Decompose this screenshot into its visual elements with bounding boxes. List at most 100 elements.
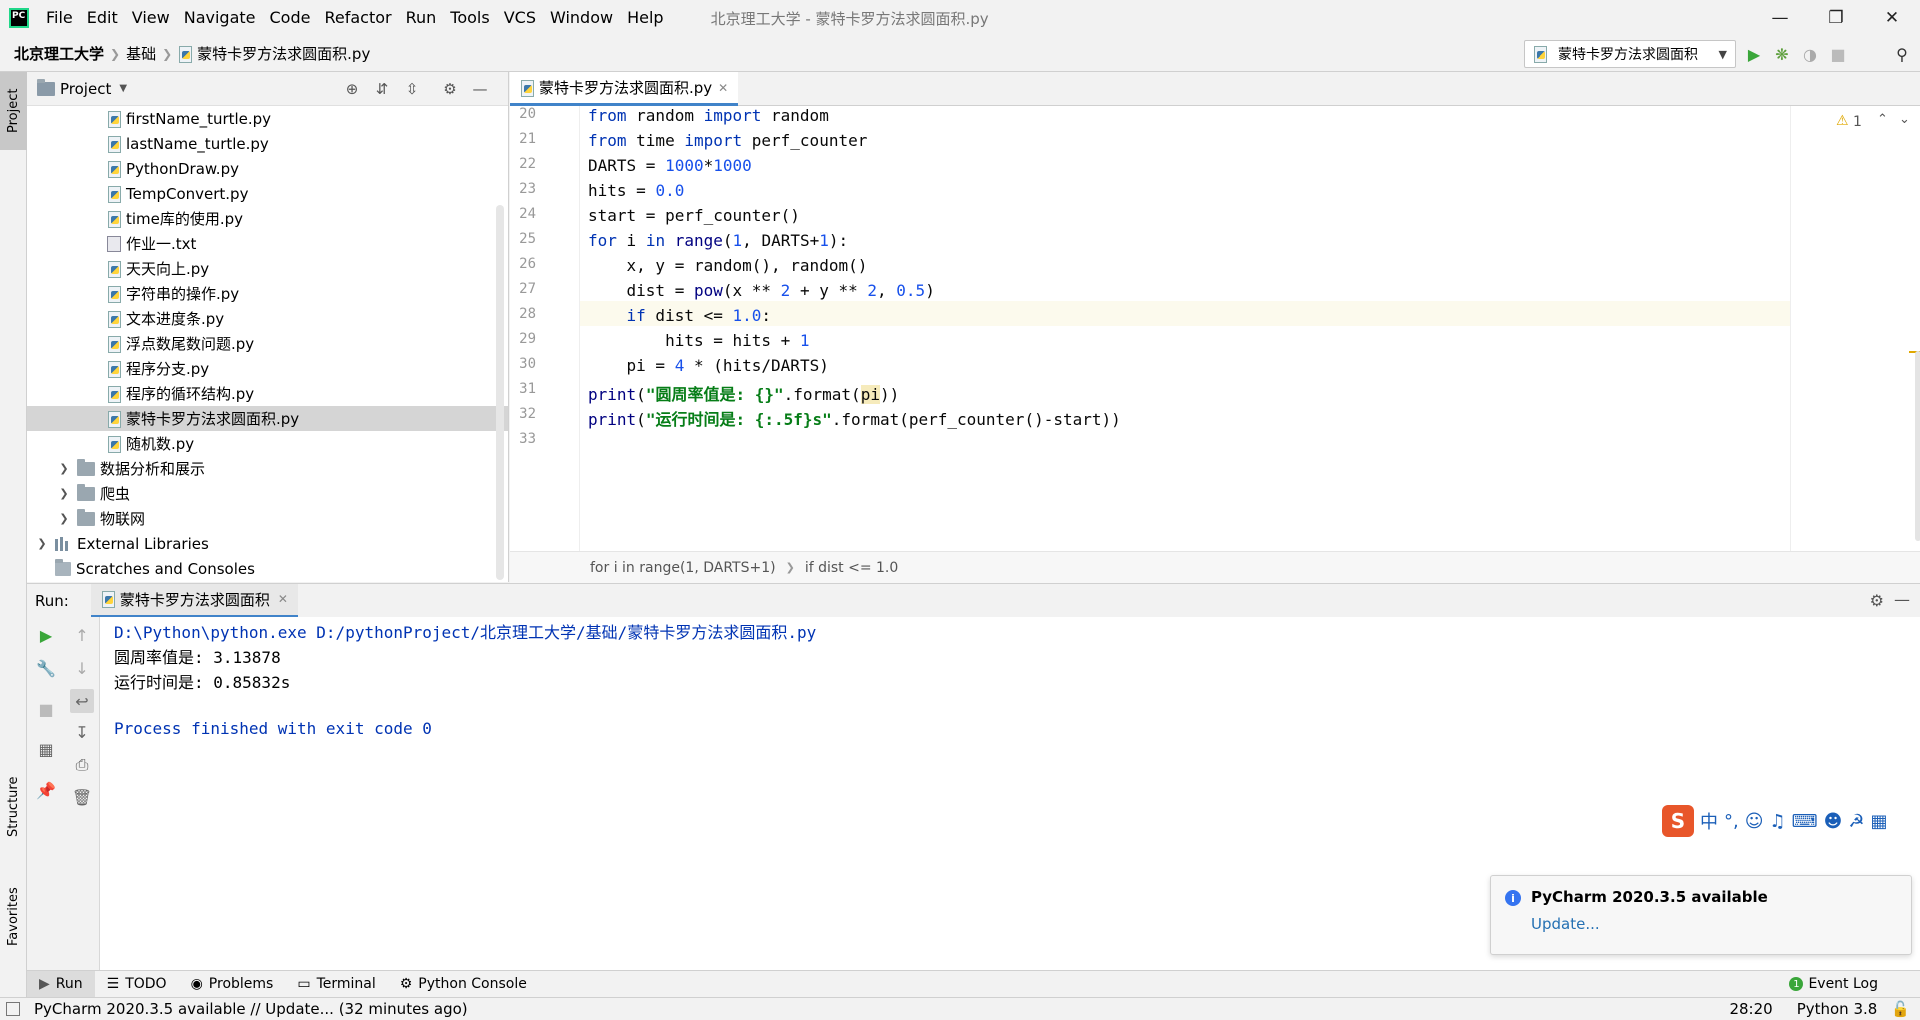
- chevron-right-icon[interactable]: ❯: [57, 462, 71, 475]
- bottom-tab-problems[interactable]: ◉ Problems: [179, 971, 286, 998]
- bottom-tab-terminal[interactable]: ▭ Terminal: [285, 971, 387, 998]
- code-editor[interactable]: from random import random from time impo…: [580, 106, 1920, 551]
- tree-folder[interactable]: ❯ 物联网: [27, 506, 508, 531]
- close-tab-icon[interactable]: ✕: [718, 81, 728, 95]
- run-icon[interactable]: ▶: [1744, 44, 1764, 64]
- skin-icon[interactable]: ☭: [1848, 811, 1864, 832]
- menu-view[interactable]: View: [125, 0, 177, 36]
- scroll-to-end-icon[interactable]: ↧: [72, 722, 92, 742]
- editor-tab-active[interactable]: 蒙特卡罗方法求圆面积.py ✕: [510, 72, 739, 106]
- stop-icon[interactable]: ■: [36, 699, 56, 719]
- code-breadcrumb-item[interactable]: if dist <= 1.0: [805, 560, 898, 576]
- structure-tool-tab[interactable]: Structure: [0, 762, 27, 852]
- sogou-logo-icon[interactable]: S: [1662, 805, 1694, 837]
- event-log-tab[interactable]: 1 Event Log: [1777, 971, 1890, 998]
- tree-file[interactable]: PythonDraw.py: [27, 156, 508, 181]
- editor-scrollbar[interactable]: [1915, 351, 1920, 541]
- interpreter[interactable]: Python 3.8: [1797, 1000, 1878, 1018]
- menu-run[interactable]: Run: [399, 0, 444, 36]
- keyboard-icon[interactable]: ⌨: [1792, 811, 1818, 832]
- tree-file[interactable]: 程序的循环结构.py: [27, 381, 508, 406]
- lock-icon[interactable]: 🔓: [1891, 1000, 1910, 1018]
- locate-icon[interactable]: ⊕: [343, 80, 361, 98]
- bottom-tab-run[interactable]: ▶ Run: [27, 970, 95, 998]
- tree-file[interactable]: time库的使用.py: [27, 206, 508, 231]
- layout-toggle-icon[interactable]: [6, 1002, 20, 1016]
- cursor-position[interactable]: 28:20: [1729, 1000, 1772, 1018]
- menu-edit[interactable]: Edit: [80, 0, 125, 36]
- tree-external-libraries[interactable]: ❯ External Libraries: [27, 531, 508, 556]
- tree-file[interactable]: 字符串的操作.py: [27, 281, 508, 306]
- tree-file[interactable]: TempConvert.py: [27, 181, 508, 206]
- gear-icon[interactable]: ⚙: [441, 80, 459, 98]
- project-tool-tab[interactable]: Project: [0, 72, 27, 150]
- project-panel-title[interactable]: Project: [60, 80, 111, 98]
- run-configuration-select[interactable]: 蒙特卡罗方法求圆面积 ▼: [1524, 40, 1736, 68]
- chevron-down-icon[interactable]: ▼: [119, 83, 127, 94]
- menu-tools[interactable]: Tools: [443, 0, 496, 36]
- breadcrumb-file[interactable]: 蒙特卡罗方法求圆面积.py: [197, 43, 376, 64]
- tree-file[interactable]: firstName_turtle.py: [27, 106, 508, 131]
- expand-all-icon[interactable]: ⇵: [373, 80, 391, 98]
- trash-icon[interactable]: 🗑: [72, 787, 92, 807]
- breadcrumb-folder[interactable]: 基础: [120, 43, 162, 64]
- tree-file-selected[interactable]: 蒙特卡罗方法求圆面积.py: [27, 406, 508, 431]
- tree-file[interactable]: 天天向上.py: [27, 256, 508, 281]
- menu-navigate[interactable]: Navigate: [177, 0, 263, 36]
- collapse-all-icon[interactable]: ⇳: [403, 80, 421, 98]
- arrow-up-icon[interactable]: ↑: [72, 625, 92, 645]
- close-icon[interactable]: ✕: [1864, 0, 1920, 36]
- bottom-tab-todo[interactable]: ☰ TODO: [95, 971, 179, 998]
- code-breadcrumb-item[interactable]: for i in range(1, DARTS+1): [590, 560, 776, 576]
- wrench-icon[interactable]: 🔧: [36, 658, 56, 678]
- soft-wrap-icon[interactable]: ↩: [70, 689, 94, 713]
- tree-file[interactable]: 文本进度条.py: [27, 306, 508, 331]
- menu-code[interactable]: Code: [263, 0, 318, 36]
- hide-icon[interactable]: —: [471, 80, 489, 98]
- gear-icon[interactable]: ⚙: [1870, 591, 1884, 610]
- tree-scratches[interactable]: Scratches and Consoles: [27, 556, 508, 581]
- status-message[interactable]: PyCharm 2020.3.5 available // Update... …: [34, 1000, 468, 1018]
- arrow-down-icon[interactable]: ↓: [72, 658, 92, 678]
- stop-icon[interactable]: ■: [1828, 44, 1848, 64]
- menu-refactor[interactable]: Refactor: [317, 0, 398, 36]
- punctuation-icon[interactable]: °,: [1724, 811, 1739, 832]
- microphone-icon[interactable]: ♫: [1770, 811, 1786, 832]
- bottom-tab-python-console[interactable]: ⚙ Python Console: [388, 971, 539, 998]
- update-link[interactable]: Update...: [1531, 915, 1600, 933]
- layout-icon[interactable]: ▦: [36, 739, 56, 759]
- tree-file[interactable]: lastName_turtle.py: [27, 131, 508, 156]
- ime-language[interactable]: 中: [1700, 808, 1718, 834]
- run-tab[interactable]: 蒙特卡罗方法求圆面积 ✕: [90, 583, 298, 618]
- breadcrumb-project[interactable]: 北京理工大学: [8, 43, 110, 64]
- print-icon[interactable]: ⎙: [72, 755, 92, 775]
- menu-vcs[interactable]: VCS: [497, 0, 543, 36]
- menu-help[interactable]: Help: [620, 0, 670, 36]
- chevron-right-icon[interactable]: ❯: [35, 537, 49, 550]
- debug-icon[interactable]: ❋: [1772, 44, 1792, 64]
- emoji-icon[interactable]: ☺: [1745, 811, 1764, 832]
- menu-file[interactable]: File: [39, 0, 80, 36]
- coverage-icon[interactable]: ◑: [1800, 44, 1820, 64]
- user-icon[interactable]: ☻: [1824, 811, 1843, 832]
- grid-icon[interactable]: ▦: [1871, 811, 1888, 832]
- chevron-up-icon[interactable]: ⌃: [1877, 112, 1888, 127]
- tree-file[interactable]: 作业一.txt: [27, 231, 508, 256]
- tree-file[interactable]: 程序分支.py: [27, 356, 508, 381]
- tree-file[interactable]: 随机数.py: [27, 431, 508, 456]
- chevron-down-icon[interactable]: ⌄: [1899, 112, 1910, 127]
- search-icon[interactable]: ⚲: [1892, 44, 1912, 64]
- menu-window[interactable]: Window: [543, 0, 620, 36]
- pin-icon[interactable]: 📌: [36, 780, 56, 800]
- project-scrollbar[interactable]: [496, 205, 504, 580]
- tree-file[interactable]: 浮点数尾数问题.py: [27, 331, 508, 356]
- tree-folder[interactable]: ❯ 数据分析和展示: [27, 456, 508, 481]
- chevron-right-icon[interactable]: ❯: [57, 512, 71, 525]
- hide-icon[interactable]: —: [1894, 590, 1910, 609]
- warning-icon[interactable]: ⚠: [1836, 113, 1849, 129]
- tree-folder[interactable]: ❯ 爬虫: [27, 481, 508, 506]
- chevron-right-icon[interactable]: ❯: [57, 487, 71, 500]
- minimize-icon[interactable]: —: [1752, 0, 1808, 36]
- restore-icon[interactable]: ❐: [1808, 0, 1864, 36]
- rerun-icon[interactable]: ▶: [36, 625, 56, 645]
